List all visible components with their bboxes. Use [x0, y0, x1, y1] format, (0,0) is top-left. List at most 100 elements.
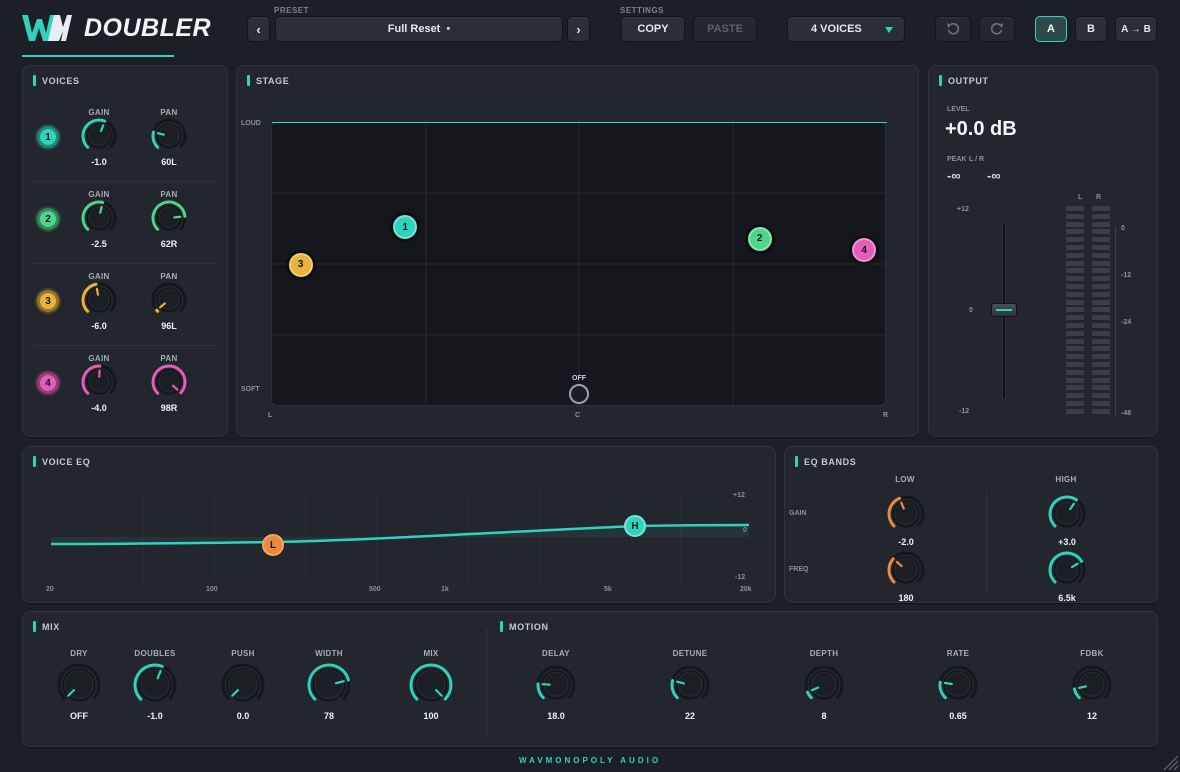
meter-segment — [1066, 346, 1084, 352]
eq-high-node[interactable]: H — [624, 515, 646, 537]
voice-4-badge[interactable]: 4 — [37, 372, 59, 394]
voice-4-gain-value: -4.0 — [91, 403, 107, 413]
voice-3-gain-knob[interactable] — [81, 282, 117, 318]
voice-3-badge[interactable]: 3 — [37, 290, 59, 312]
motion-title: MOTION — [500, 621, 549, 632]
eq-x-tick-500: 500 — [369, 586, 381, 593]
voice-1-pan-knob-graphic — [151, 118, 187, 149]
motion-detune-knob[interactable] — [670, 665, 710, 705]
mix-dry-value: OFF — [70, 711, 88, 721]
resize-grip-icon[interactable] — [1160, 752, 1178, 770]
output-meter-l — [1066, 206, 1086, 416]
undo-button[interactable] — [935, 16, 971, 42]
meter-segment — [1066, 338, 1084, 344]
eq-low-freq-knob[interactable] — [887, 551, 925, 589]
output-title: OUTPUT — [939, 75, 989, 86]
voice-eq-panel: VOICE EQ L H +12 0 -12 20 100 500 1k 5k … — [22, 446, 776, 603]
meter-segment — [1092, 237, 1110, 243]
motion-depth-knob[interactable] — [804, 665, 844, 705]
voice-row-separator — [33, 345, 219, 346]
meter-segment — [1092, 385, 1110, 391]
title-underline — [22, 55, 174, 57]
eq-x-tick-1k: 1k — [441, 586, 449, 593]
stage-y-bottom-label: SOFT — [241, 386, 260, 393]
preset-prev-button[interactable]: ‹ — [247, 16, 270, 42]
copy-button[interactable]: COPY — [621, 16, 685, 42]
stage-voice-3-handle[interactable]: 3 — [288, 252, 313, 277]
ab-copy-a-to-b-button[interactable]: A → B — [1115, 16, 1157, 42]
voice-2-gain-label: GAIN — [88, 190, 110, 199]
voice-eq-graph[interactable] — [51, 491, 749, 583]
eq-high-freq-knob[interactable] — [1048, 551, 1086, 589]
eq-gain-row-label: GAIN — [789, 510, 807, 517]
voice-4-pan-label: PAN — [160, 354, 178, 363]
eq-x-tick-20k: 20k — [740, 586, 752, 593]
stage-voice-2-handle[interactable]: 2 — [747, 226, 772, 251]
voice-3-gain-knob-graphic — [81, 282, 117, 313]
redo-button[interactable] — [979, 16, 1015, 42]
voice-2-pan-knob[interactable] — [151, 200, 187, 236]
motion-depth-value: 8 — [821, 711, 827, 721]
eq-low-node[interactable]: L — [262, 534, 284, 556]
stage-y-top-label: LOUD — [241, 120, 261, 127]
stage-field[interactable]: OFF 1234 — [271, 121, 887, 407]
voice-4-pan-knob[interactable] — [151, 364, 187, 400]
motion-fdbk-value: 12 — [1086, 711, 1097, 721]
preset-name: Full Reset — [387, 23, 441, 35]
voice-3-pan-knob[interactable] — [151, 282, 187, 318]
meter-segment — [1092, 393, 1110, 399]
motion-delay-label: DELAY — [542, 649, 570, 658]
meter-segment — [1092, 213, 1110, 219]
voice-4-gain-knob-graphic — [81, 364, 117, 395]
eq-x-tick-5k: 5k — [604, 586, 612, 593]
voice-count-select[interactable]: 4 VOICES — [787, 16, 905, 42]
eq-y-top-label: +12 — [733, 492, 745, 499]
output-fader-handle[interactable] — [991, 303, 1017, 317]
meter-segment — [1092, 284, 1110, 289]
motion-rate-knob[interactable] — [938, 665, 978, 705]
stage-x-center-label: C — [575, 412, 581, 419]
stage-off-handle[interactable] — [569, 384, 589, 404]
output-peak-l-value: -∞ — [947, 168, 961, 183]
eq-high-gain-knob[interactable] — [1048, 495, 1086, 533]
motion-rate-knob-graphic — [938, 665, 978, 700]
voice-1-pan-knob[interactable] — [151, 118, 187, 154]
meter-segment — [1066, 323, 1084, 328]
voice-2-badge[interactable]: 2 — [37, 208, 59, 230]
mix-mix-label: MIX — [423, 649, 439, 658]
voice-3-pan-knob-graphic — [151, 282, 187, 313]
eq-low-gain-knob[interactable] — [887, 495, 925, 533]
meter-scale-24: -24 — [1121, 319, 1132, 326]
meter-segment — [1092, 260, 1110, 266]
mix-doubles-knob-graphic — [133, 663, 177, 702]
motion-delay-knob[interactable] — [536, 665, 576, 705]
eq-low-label: LOW — [895, 475, 915, 484]
voice-1-gain-knob[interactable] — [81, 118, 117, 154]
mix-mix-knob-graphic — [409, 663, 453, 702]
mix-doubles-knob[interactable] — [133, 663, 177, 707]
paste-button[interactable]: PASTE — [693, 16, 757, 42]
ab-a-button[interactable]: A — [1035, 16, 1067, 42]
preset-selector[interactable]: Full Reset • — [275, 16, 563, 42]
voice-2-gain-value: -2.5 — [91, 239, 107, 249]
meter-segment — [1066, 229, 1084, 235]
mix-mix-knob[interactable] — [409, 663, 453, 707]
ab-b-button[interactable]: B — [1075, 16, 1107, 42]
meter-scale-line — [1115, 226, 1116, 416]
mix-push-knob[interactable] — [221, 663, 265, 707]
meter-segment — [1092, 377, 1110, 383]
voice-4-pan-knob-graphic — [151, 364, 187, 395]
preset-next-button[interactable]: › — [567, 16, 590, 42]
mix-width-knob[interactable] — [307, 663, 351, 707]
motion-detune-label: DETUNE — [672, 649, 708, 658]
voice-1-badge[interactable]: 1 — [37, 126, 59, 148]
mix-dry-knob-graphic — [57, 663, 101, 702]
voice-2-gain-knob[interactable] — [81, 200, 117, 236]
meter-segment — [1092, 291, 1110, 297]
mix-dry-knob[interactable] — [57, 663, 101, 707]
voice-2-pan-knob-graphic — [151, 200, 187, 231]
voice-4-gain-knob[interactable] — [81, 364, 117, 400]
motion-fdbk-knob[interactable] — [1072, 665, 1112, 705]
mix-width-knob-graphic — [307, 663, 351, 702]
meter-segment — [1092, 268, 1110, 274]
